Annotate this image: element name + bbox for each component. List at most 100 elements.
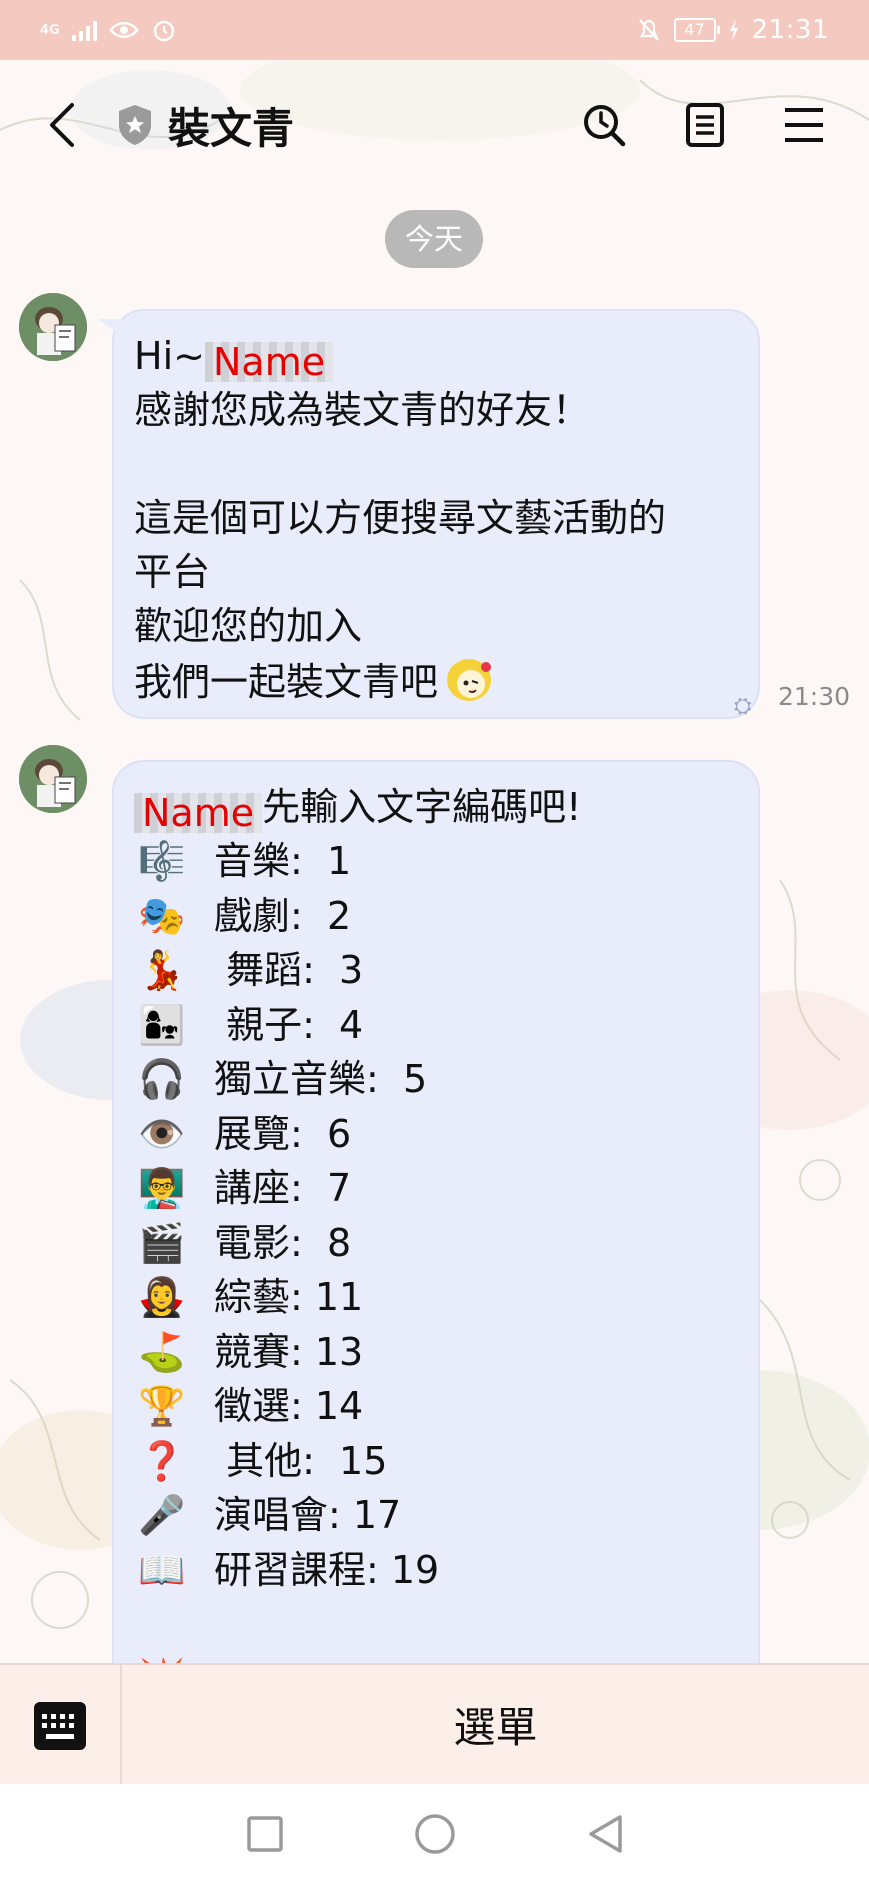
message-line: 感謝您成為裝文青的好友！ bbox=[134, 388, 591, 432]
avatar[interactable] bbox=[19, 745, 87, 813]
sticker-girl-icon bbox=[447, 659, 492, 701]
search-history-button[interactable] bbox=[581, 102, 627, 148]
charging-icon bbox=[729, 19, 738, 41]
code-list-title: 先輸入文字編碼吧! bbox=[262, 785, 582, 829]
category-label: 講座: 7 bbox=[214, 1166, 352, 1211]
category-label: 徵選: 14 bbox=[214, 1384, 364, 1429]
back-icon bbox=[50, 103, 74, 147]
category-code-item: ⛳ 競賽: 13 bbox=[134, 1325, 738, 1380]
clock-search-icon bbox=[584, 105, 626, 147]
category-code-item: 🎼 音樂: 1 bbox=[134, 834, 738, 889]
category-label: 舞蹈: 3 bbox=[214, 948, 364, 993]
chat-title: 裝文青 bbox=[168, 103, 295, 153]
category-code-item: 🏆 徵選: 14 bbox=[134, 1379, 738, 1434]
category-emoji-icon: 👩‍👧 bbox=[138, 1002, 186, 1047]
category-emoji-icon: 🎤 bbox=[138, 1493, 186, 1538]
eye-icon bbox=[109, 22, 139, 38]
category-code-item: 🧛‍♀️ 綜藝: 11 bbox=[134, 1270, 738, 1325]
category-code-item: 💃 舞蹈: 3 bbox=[134, 943, 738, 998]
battery-icon: 47 bbox=[673, 18, 720, 42]
message-line: 我們一起裝文青吧 bbox=[134, 660, 439, 704]
category-emoji-icon: 🎧 bbox=[138, 1057, 186, 1102]
status-left: 4G bbox=[40, 17, 177, 43]
home-icon[interactable] bbox=[414, 1813, 456, 1855]
category-emoji-icon: 🎬 bbox=[138, 1220, 186, 1265]
category-code-item: 👨‍🏫 講座: 7 bbox=[134, 1161, 738, 1216]
keyboard-toggle-button[interactable] bbox=[0, 1665, 122, 1786]
rich-menu-toggle-button[interactable]: 選單 bbox=[122, 1665, 869, 1784]
category-label: 電影: 8 bbox=[214, 1220, 352, 1265]
network-type: 4G bbox=[40, 22, 60, 38]
chat-header: 裝文青 bbox=[0, 60, 869, 190]
category-label: 演唱會: 17 bbox=[214, 1493, 402, 1538]
category-label: 展覽: 6 bbox=[214, 1111, 352, 1156]
rich-menu-label: 選單 bbox=[453, 1703, 538, 1752]
message-line: 歡迎您的加入 bbox=[134, 604, 363, 648]
category-emoji-icon: 🎼 bbox=[138, 839, 186, 884]
greeting-text: Hi~ bbox=[134, 334, 205, 378]
status-bar: 4G 47 21:31 bbox=[0, 0, 869, 60]
header-actions bbox=[581, 102, 825, 148]
category-emoji-icon: 🏆 bbox=[138, 1384, 186, 1429]
message-line: 平台 bbox=[134, 550, 211, 594]
notes-icon bbox=[686, 103, 724, 147]
category-code-item: 👩‍👧 親子: 4 bbox=[134, 998, 738, 1053]
category-code-item: 🎤 演唱會: 17 bbox=[134, 1488, 738, 1543]
category-code-item: ❓ 其他: 15 bbox=[134, 1434, 738, 1489]
category-code-item: 📖 研習課程: 19 bbox=[134, 1543, 738, 1598]
avatar-illustration-icon bbox=[19, 293, 87, 361]
category-emoji-icon: 📖 bbox=[138, 1547, 186, 1592]
category-code-item: 🎬 電影: 8 bbox=[134, 1216, 738, 1271]
category-label: 親子: 4 bbox=[214, 1002, 364, 1047]
message-last-line: 我們一起裝文青吧 bbox=[134, 653, 738, 709]
keyboard-icon bbox=[34, 1701, 86, 1750]
message-bubble-welcome[interactable]: Hi~ Name 感謝您成為裝文青的好友！ 這是個可以方便搜尋文藝活動的 平台 歡… bbox=[98, 309, 760, 719]
category-emoji-icon: 👁️ bbox=[138, 1111, 186, 1156]
greeting-line: Hi~ Name bbox=[134, 329, 738, 383]
menu-icon bbox=[785, 108, 823, 142]
category-code-item: 🎧 獨立音樂: 5 bbox=[134, 1052, 738, 1107]
avatar[interactable] bbox=[19, 293, 87, 361]
category-label: 音樂: 1 bbox=[214, 839, 352, 884]
bell-off-icon bbox=[638, 19, 659, 41]
category-emoji-icon: ⛳ bbox=[138, 1329, 186, 1374]
menu-button[interactable] bbox=[783, 106, 825, 144]
message-bubble-code-list[interactable]: Name 先輸入文字編碼吧! 🎼 音樂: 1 🎭 戲劇: 2 💃 舞蹈: 3 👩‍👧 親子:… bbox=[112, 760, 760, 1720]
message-time: 21:30 bbox=[778, 682, 851, 711]
category-label: 其他: 15 bbox=[214, 1438, 388, 1483]
category-emoji-icon: 👨‍🏫 bbox=[138, 1166, 186, 1211]
category-emoji-icon: 💃 bbox=[138, 948, 186, 993]
category-emoji-icon: ❓ bbox=[138, 1438, 186, 1483]
alarm-icon bbox=[153, 20, 174, 42]
user-name-placeholder: Name bbox=[134, 793, 263, 833]
status-time: 21:31 bbox=[751, 15, 829, 45]
signal-icon bbox=[71, 19, 97, 41]
nav-back-icon[interactable] bbox=[586, 1813, 624, 1855]
category-emoji-icon: 🧛‍♀️ bbox=[138, 1275, 186, 1320]
line-chat-screen: 4G 47 21:31 裝文青 今天 Hi~ Name 感謝您成為裝文青的好友！… bbox=[0, 0, 869, 1883]
category-label: 綜藝: 11 bbox=[214, 1275, 364, 1320]
category-code-item: 👁️ 展覽: 6 bbox=[134, 1107, 738, 1162]
category-code-list: 🎼 音樂: 1 🎭 戲劇: 2 💃 舞蹈: 3 👩‍👧 親子: 4 🎧 獨立音樂: 5 👁️ 展覽… bbox=[134, 834, 738, 1597]
sent-status-icon: ⛭ bbox=[734, 694, 752, 719]
shield-icon bbox=[119, 105, 151, 145]
category-label: 戲劇: 2 bbox=[214, 893, 352, 938]
system-navigation-bar bbox=[0, 1784, 869, 1883]
code-list-title-line: Name 先輸入文字編碼吧! bbox=[134, 780, 738, 834]
rich-menu-bar: 選單 bbox=[0, 1663, 869, 1786]
user-name-placeholder: Name bbox=[204, 342, 334, 382]
back-button[interactable] bbox=[44, 101, 78, 149]
category-emoji-icon: 🎭 bbox=[138, 893, 186, 938]
message-line: 這是個可以方便搜尋文藝活動的 bbox=[134, 496, 667, 540]
category-label: 研習課程: 19 bbox=[214, 1547, 440, 1592]
date-separator: 今天 bbox=[385, 210, 483, 268]
avatar-illustration-icon bbox=[19, 745, 87, 813]
status-right: 47 21:31 bbox=[636, 15, 829, 45]
recent-apps-icon[interactable] bbox=[246, 1815, 284, 1853]
category-code-item: 🎭 戲劇: 2 bbox=[134, 889, 738, 944]
category-label: 競賽: 13 bbox=[214, 1329, 364, 1374]
category-label: 獨立音樂: 5 bbox=[214, 1057, 428, 1102]
notes-button[interactable] bbox=[685, 102, 725, 148]
